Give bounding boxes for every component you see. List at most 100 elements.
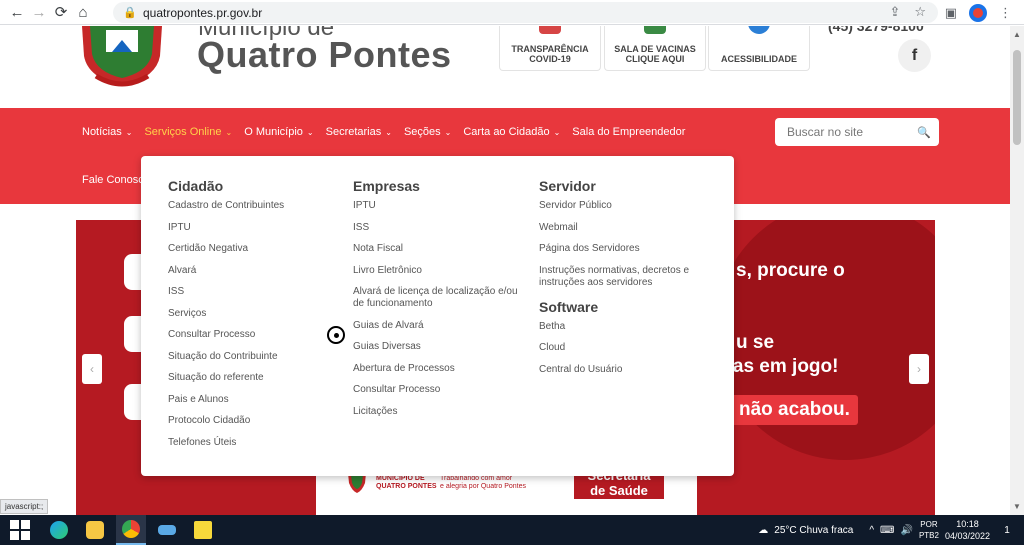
chevron-up-icon[interactable]: ^ xyxy=(869,525,874,536)
system-tray: ☁ 25°C Chuva fraca ^ ⌨ 🔊 POR PTB2 10:18 04… xyxy=(758,515,1018,545)
weather-cloud-icon: ☁ xyxy=(758,524,769,536)
dropdown-col-servidor: Servidor Servidor Público Webmail Página… xyxy=(539,178,709,385)
empresas-heading: Empresas xyxy=(353,178,420,194)
chevron-down-icon: ⌄ xyxy=(125,127,133,137)
input-language[interactable]: POR PTB2 xyxy=(919,519,939,541)
nav-secoes[interactable]: Seções ⌄ xyxy=(404,126,451,138)
menu-kebab-icon[interactable]: ⋮ xyxy=(999,5,1012,21)
nav-noticias[interactable]: Notícias ⌄ xyxy=(82,126,132,138)
link-livro-eletronico[interactable]: Livro Eletrônico xyxy=(353,265,518,277)
link-telefones-uteis[interactable]: Telefones Úteis xyxy=(168,437,284,449)
web-page: Município de Quatro Pontes TRANSPARÊNCIA… xyxy=(0,26,1010,515)
nav-servicos-online[interactable]: Serviços Online ⌄ xyxy=(144,126,232,138)
banner-text-line2: u se xyxy=(736,332,775,353)
acessibilidade-box[interactable]: ACESSIBILIDADE xyxy=(708,26,810,71)
link-guias-alvara[interactable]: Guias de Alvará xyxy=(353,320,518,332)
link-cloud[interactable]: Cloud xyxy=(539,342,709,354)
page-scrollbar[interactable]: ▲ ▼ xyxy=(1010,26,1024,515)
network-icon[interactable]: ⌨ xyxy=(880,525,894,536)
municipal-crest-icon xyxy=(82,26,162,87)
servidor-heading: Servidor xyxy=(539,178,596,194)
chevron-down-icon: ⌄ xyxy=(306,127,314,137)
link-servidor-publico[interactable]: Servidor Público xyxy=(539,200,709,212)
windows-start-icon[interactable] xyxy=(10,520,30,540)
facebook-icon[interactable]: f xyxy=(898,39,931,72)
weather-text[interactable]: 25°C Chuva fraca xyxy=(774,525,853,536)
scanner-app-icon[interactable] xyxy=(152,515,182,545)
card-municipio-label: MUNICÍPIO DE QUATRO PONTES xyxy=(376,475,437,490)
link-situacao-contribuinte[interactable]: Situação do Contribuinte xyxy=(168,351,284,363)
link-situacao-referente[interactable]: Situação do referente xyxy=(168,372,284,384)
sticky-notes-icon[interactable] xyxy=(188,515,218,545)
nav-fale-conosco[interactable]: Fale Conosco xyxy=(82,174,150,186)
link-nota-fiscal[interactable]: Nota Fiscal xyxy=(353,243,518,255)
volume-icon[interactable]: 🔊 xyxy=(900,525,912,536)
banner-highlight: não acabou. xyxy=(731,395,858,425)
link-protocolo-cidadao[interactable]: Protocolo Cidadão xyxy=(168,415,284,427)
profile-avatar[interactable] xyxy=(969,3,987,22)
edge-icon[interactable] xyxy=(44,515,74,545)
chevron-down-icon: ⌄ xyxy=(385,127,392,137)
address-bar[interactable]: 🔒 quatropontes.pr.gov.br ⇪ ☆ xyxy=(113,2,938,23)
back-icon[interactable]: ← xyxy=(6,1,28,23)
home-icon[interactable]: ⌂ xyxy=(72,1,94,23)
site-search: 🔍 xyxy=(775,118,939,146)
scroll-down-icon[interactable]: ▼ xyxy=(1013,502,1021,511)
lock-icon: 🔒 xyxy=(123,7,137,19)
mini-crest-icon xyxy=(348,473,366,493)
windows-taskbar: ☁ 25°C Chuva fraca ^ ⌨ 🔊 POR PTB2 10:18 04… xyxy=(0,515,1024,545)
link-cadastro-contribuintes[interactable]: Cadastro de Contribuintes xyxy=(168,200,284,212)
sala-vacinas-box[interactable]: SALA DE VACINAS CLIQUE AQUI xyxy=(604,26,706,71)
chevron-down-icon: ⌄ xyxy=(444,127,452,137)
chevron-down-icon: ⌄ xyxy=(225,127,233,137)
link-alvara-licenca[interactable]: Alvará de licença de localização e/ou de… xyxy=(353,286,518,310)
scroll-up-icon[interactable]: ▲ xyxy=(1013,30,1021,39)
carousel-prev-button[interactable]: ‹ xyxy=(82,354,102,384)
link-iss[interactable]: ISS xyxy=(168,286,284,298)
site-title[interactable]: Quatro Pontes xyxy=(197,34,452,76)
link-licitacoes[interactable]: Licitações xyxy=(353,406,518,418)
file-explorer-icon[interactable] xyxy=(80,515,110,545)
bookmark-star-icon[interactable]: ☆ xyxy=(914,4,926,20)
link-pais-alunos[interactable]: Pais e Alunos xyxy=(168,394,284,406)
vaccine-icon xyxy=(644,26,666,34)
link-iptu[interactable]: IPTU xyxy=(168,222,284,234)
share-icon[interactable]: ⇪ xyxy=(889,4,900,20)
nav-carta-cidadao[interactable]: Carta ao Cidadão ⌄ xyxy=(463,126,560,138)
link-alvara[interactable]: Alvará xyxy=(168,265,284,277)
sidepanel-icon[interactable]: ▣ xyxy=(945,5,957,21)
mouse-cursor-icon xyxy=(327,326,345,344)
link-certidao-negativa[interactable]: Certidão Negativa xyxy=(168,243,284,255)
link-abertura-processos[interactable]: Abertura de Processos xyxy=(353,363,518,375)
servicos-online-dropdown: Cidadão Cadastro de Contribuintes IPTU C… xyxy=(141,156,734,476)
acessibilidade-label: ACESSIBILIDADE xyxy=(720,54,797,64)
card-slogan: Trabalhando com amor e alegria por Quatro… xyxy=(440,475,526,490)
nav-secretarias[interactable]: Secretarias ⌄ xyxy=(326,126,392,138)
search-icon[interactable]: 🔍 xyxy=(917,126,931,139)
link-guias-diversas[interactable]: Guias Diversas xyxy=(353,341,518,353)
reload-icon[interactable]: ⟳ xyxy=(50,1,72,23)
link-betha[interactable]: Betha xyxy=(539,321,709,333)
clock[interactable]: 10:18 04/03/2022 xyxy=(945,518,990,542)
software-heading: Software xyxy=(539,298,599,315)
link-consultar-processo[interactable]: Consultar Processo xyxy=(353,384,518,396)
nav-o-municipio[interactable]: O Município ⌄ xyxy=(244,126,313,138)
link-iss[interactable]: ISS xyxy=(353,222,518,234)
forward-icon[interactable]: → xyxy=(28,1,50,23)
nav-sala-empreendedor[interactable]: Sala do Empreendedor xyxy=(572,126,685,138)
notification-icon[interactable]: 1 xyxy=(996,521,1018,539)
transparencia-covid-box[interactable]: TRANSPARÊNCIA COVID-19 xyxy=(499,26,601,71)
link-consultar-processo[interactable]: Consultar Processo xyxy=(168,329,284,341)
link-iptu[interactable]: IPTU xyxy=(353,200,518,212)
carousel-next-button[interactable]: › xyxy=(909,354,929,384)
scroll-thumb[interactable] xyxy=(1013,50,1021,145)
banner-text-line3: idas em jogo! xyxy=(716,356,839,377)
link-instrucoes-normativas[interactable]: Instruções normativas, decretos e instru… xyxy=(539,265,709,289)
link-central-usuario[interactable]: Central do Usuário xyxy=(539,364,709,376)
link-webmail[interactable]: Webmail xyxy=(539,222,709,234)
link-servicos[interactable]: Serviços xyxy=(168,308,284,320)
search-input[interactable] xyxy=(787,125,917,139)
chrome-icon[interactable] xyxy=(116,515,146,545)
dropdown-col-empresas: Empresas IPTU ISS Nota Fiscal Livro Elet… xyxy=(353,178,518,427)
link-pagina-servidores[interactable]: Página dos Servidores xyxy=(539,243,709,255)
